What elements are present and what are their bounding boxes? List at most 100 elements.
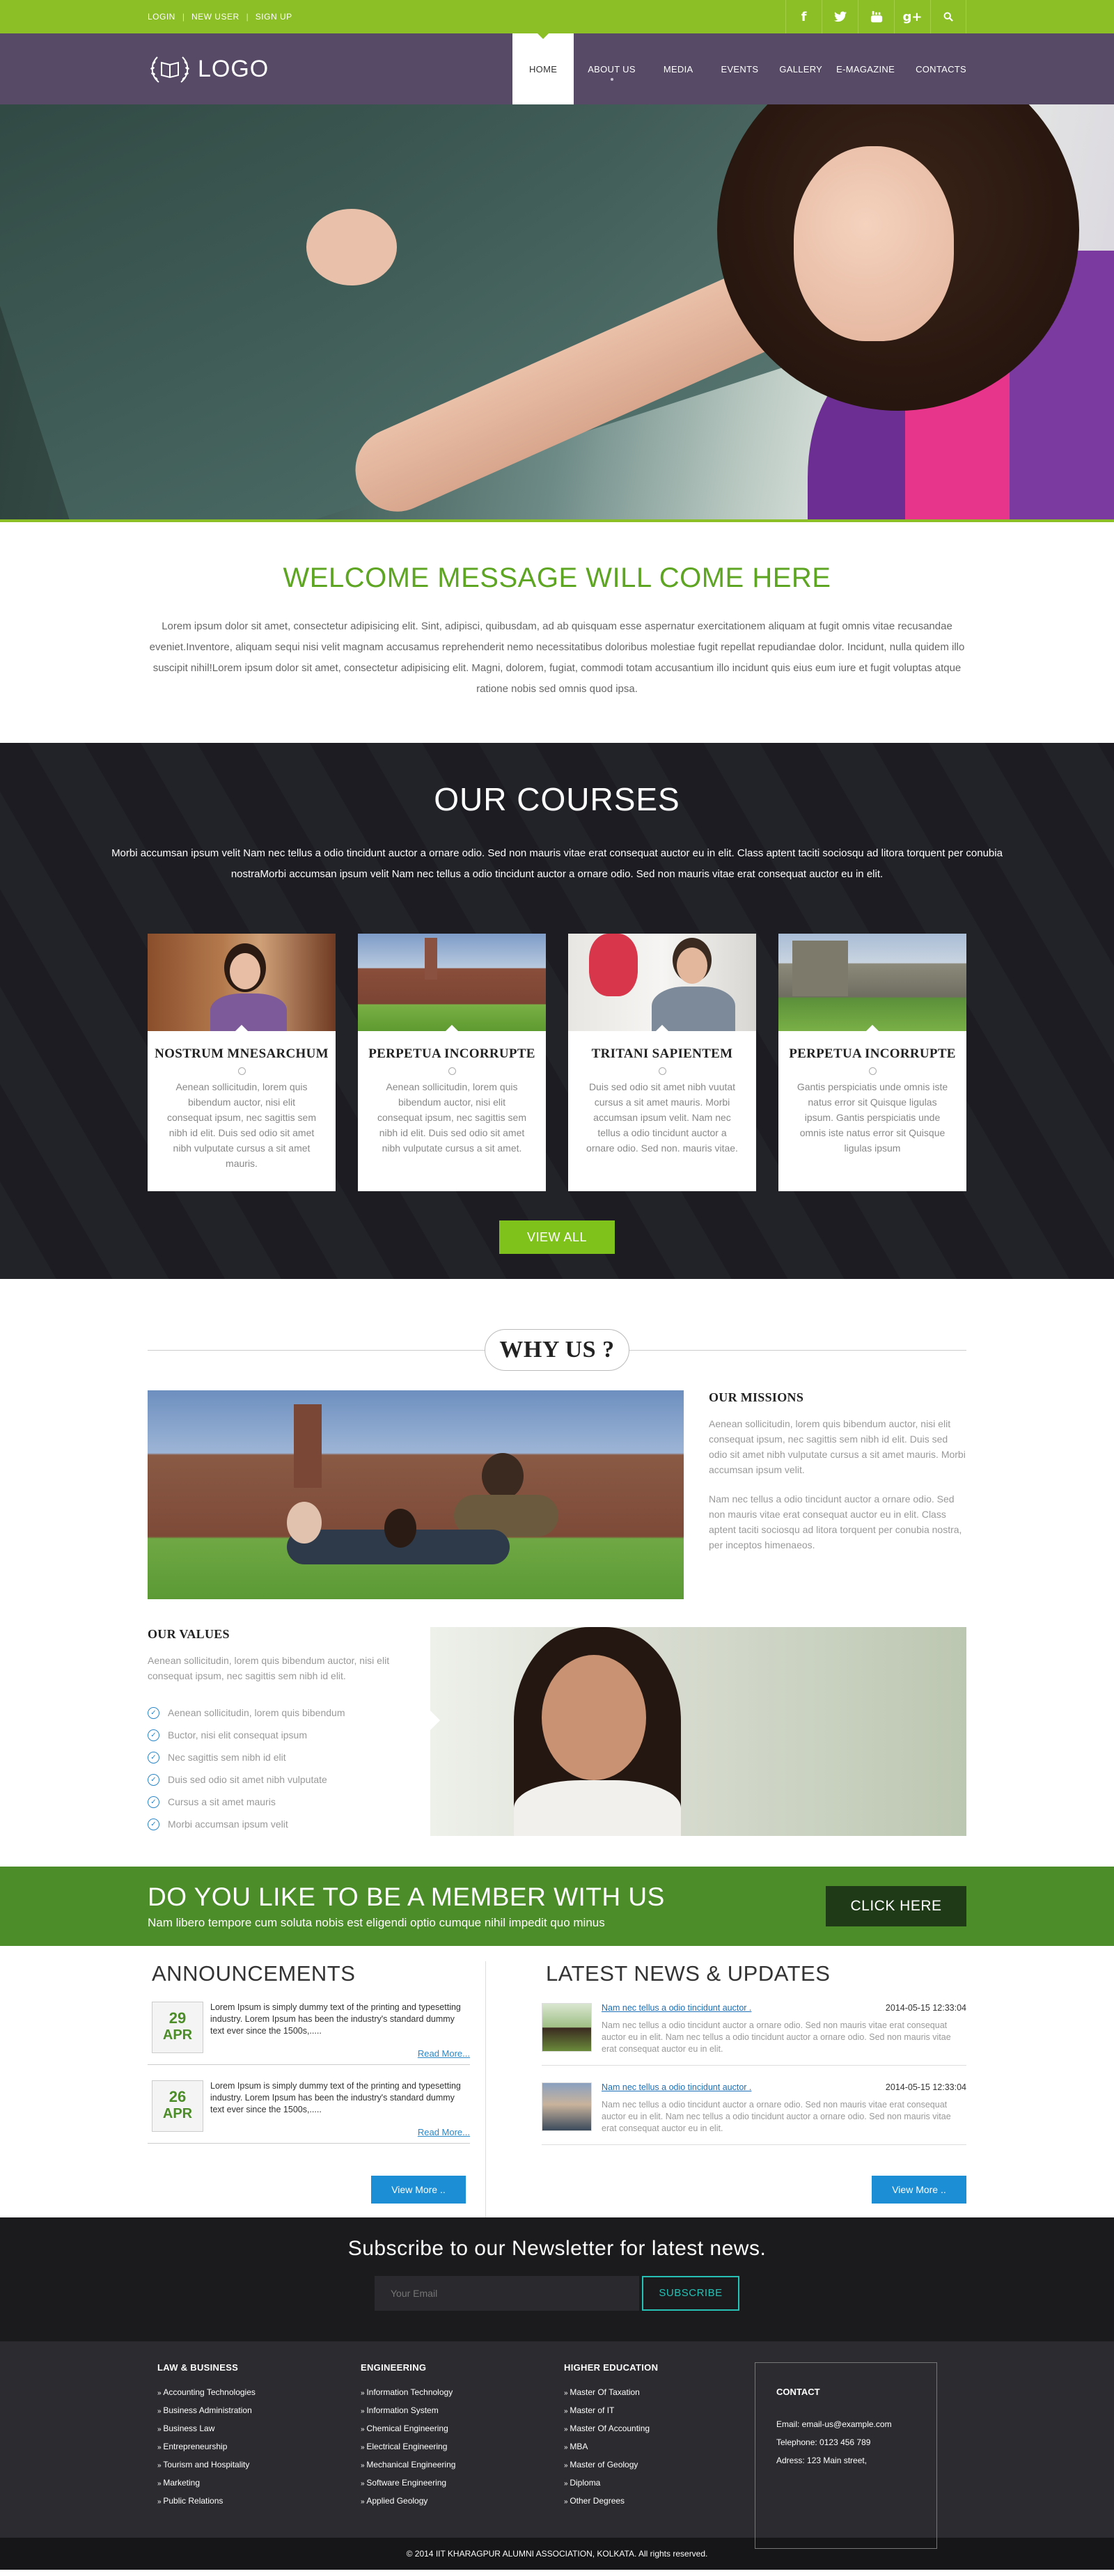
nav-gallery[interactable]: GALLERY	[772, 33, 829, 104]
footer-column-law-business: LAW & BUSINESS Accounting Technologies B…	[148, 2362, 351, 2549]
news-date: 2014-05-15 12:33:04	[885, 2082, 966, 2092]
why-us-title: WHY US ?	[485, 1329, 629, 1371]
announcements-view-more-button[interactable]: View More ..	[371, 2176, 466, 2204]
login-link[interactable]: LOGIN	[148, 12, 175, 22]
course-title: PERPETUA INCORRUPTE	[789, 1046, 956, 1061]
footer-link[interactable]: Master of IT	[564, 2402, 758, 2420]
list-item: ✓ Cursus a sit amet mauris	[148, 1791, 405, 1813]
check-icon: ✓	[148, 1706, 159, 1719]
news-title: LATEST NEWS & UPDATES	[546, 1961, 831, 1986]
course-photo	[148, 934, 336, 1031]
main-menu: HOME ABOUT US MEDIA EVENTS GALLERY E-MAG…	[512, 33, 966, 104]
nav-home[interactable]: HOME	[512, 33, 574, 104]
date-badge: 29 APR	[152, 2002, 203, 2053]
footer: LAW & BUSINESS Accounting Technologies B…	[0, 2341, 1114, 2549]
check-icon: ✓	[148, 1751, 159, 1764]
announcements-title: ANNOUNCEMENTS	[152, 1961, 356, 1986]
nav-media[interactable]: MEDIA	[650, 33, 707, 104]
course-card[interactable]: NOSTRUM MNESARCHUM Aenean sollicitudin, …	[148, 934, 336, 1191]
footer-link[interactable]: Master of Geology	[564, 2456, 758, 2474]
footer-link[interactable]: MBA	[564, 2438, 758, 2456]
facebook-icon[interactable]: f	[785, 0, 822, 33]
social-links: f g+	[785, 0, 966, 33]
announcement-text: Lorem Ipsum is simply dummy text of the …	[210, 2002, 461, 2036]
nav-e-magazine[interactable]: E-MAGAZINE	[829, 33, 902, 104]
main-navbar: LOGO HOME ABOUT US MEDIA EVENTS GALLERY …	[0, 33, 1114, 104]
news-panel: LATEST NEWS & UPDATES Nam nec tellus a o…	[542, 1961, 966, 2217]
email-input[interactable]	[375, 2276, 639, 2311]
footer-column-higher-education: HIGHER EDUCATION Master Of Taxation Mast…	[554, 2362, 758, 2549]
course-card[interactable]: PERPETUA INCORRUPTE Aenean sollicitudin,…	[358, 934, 546, 1191]
footer-link[interactable]: Business Law	[157, 2420, 351, 2438]
nav-contacts[interactable]: CONTACTS	[902, 33, 966, 104]
missions-text-1: Aenean sollicitudin, lorem quis bibendum…	[709, 1418, 966, 1475]
campus-students-image	[148, 1390, 684, 1599]
footer-link[interactable]: Master Of Accounting	[564, 2420, 758, 2438]
youtube-icon[interactable]	[858, 0, 894, 33]
top-bar: LOGIN | NEW USER | SIGN UP f g+	[0, 0, 1114, 33]
course-text: Aenean sollicitudin, lorem quis bibendum…	[167, 1081, 316, 1169]
news-headline-link[interactable]: Nam nec tellus a odio tincidunt auctor .	[602, 2082, 751, 2092]
footer-link[interactable]: Chemical Engineering	[361, 2420, 554, 2438]
welcome-section: WELCOME MESSAGE WILL COME HERE Lorem ips…	[0, 522, 1114, 743]
announcement-item: 29 APR Lorem Ipsum is simply dummy text …	[148, 2002, 470, 2065]
news-thumbnail	[542, 2003, 592, 2052]
footer-link[interactable]: Master Of Taxation	[564, 2384, 758, 2402]
list-item: ✓ Aenean sollicitudin, lorem quis bibendu…	[148, 1702, 405, 1724]
news-date: 2014-05-15 12:33:04	[885, 2003, 966, 2013]
footer-link[interactable]: Business Administration	[157, 2402, 351, 2420]
newsletter-title: Subscribe to our Newsletter for latest n…	[347, 2237, 767, 2260]
news-text: Nam nec tellus a odio tincidunt auctor a…	[602, 2020, 951, 2054]
footer-link[interactable]: Public Relations	[157, 2492, 351, 2511]
news-item: Nam nec tellus a odio tincidunt auctor .…	[542, 2082, 966, 2145]
footer-link[interactable]: Software Engineering	[361, 2474, 554, 2492]
footer-link[interactable]: Diploma	[564, 2474, 758, 2492]
sign-up-link[interactable]: SIGN UP	[256, 12, 292, 22]
course-cards: NOSTRUM MNESARCHUM Aenean sollicitudin, …	[148, 934, 966, 1191]
list-item: ✓ Buctor, nisi elit consequat ipsum	[148, 1724, 405, 1746]
course-photo	[778, 934, 966, 1031]
footer-link[interactable]: Marketing	[157, 2474, 351, 2492]
nav-events[interactable]: EVENTS	[707, 33, 772, 104]
read-more-link[interactable]: Read More...	[210, 2048, 470, 2059]
course-title: PERPETUA INCORRUPTE	[368, 1046, 535, 1061]
hero-banner-image	[0, 104, 1114, 522]
news-thumbnail	[542, 2082, 592, 2131]
footer-link[interactable]: Applied Geology	[361, 2492, 554, 2511]
values-title: OUR VALUES	[148, 1627, 230, 1641]
news-headline-link[interactable]: Nam nec tellus a odio tincidunt auctor .	[602, 2003, 751, 2013]
new-user-link[interactable]: NEW USER	[191, 12, 240, 22]
click-here-button[interactable]: CLICK HERE	[826, 1886, 966, 1926]
footer-link[interactable]: Other Degrees	[564, 2492, 758, 2511]
news-view-more-button[interactable]: View More ..	[872, 2176, 966, 2204]
footer-link[interactable]: Mechanical Engineering	[361, 2456, 554, 2474]
news-item: Nam nec tellus a odio tincidunt auctor .…	[542, 2003, 966, 2066]
subscribe-button[interactable]: SUBSCRIBE	[642, 2276, 739, 2311]
values-text: Aenean sollicitudin, lorem quis bibendum…	[148, 1655, 390, 1681]
course-card[interactable]: TRITANI SAPIENTEM Duis sed odio sit amet…	[568, 934, 756, 1191]
footer-column-engineering: ENGINEERING Information Technology Infor…	[351, 2362, 554, 2549]
footer-link[interactable]: Information Technology	[361, 2384, 554, 2402]
courses-intro: Morbi accumsan ipsum velit Nam nec tellu…	[111, 847, 1003, 880]
missions-title: OUR MISSIONS	[709, 1390, 804, 1404]
announcements-panel: ANNOUNCEMENTS 29 APR Lorem Ipsum is simp…	[148, 1961, 486, 2217]
footer-link[interactable]: Information System	[361, 2402, 554, 2420]
contact-email: Email: email-us@example.com	[776, 2419, 892, 2429]
check-icon: ✓	[148, 1729, 159, 1741]
footer-link[interactable]: Entrepreneurship	[157, 2438, 351, 2456]
site-logo[interactable]: LOGO	[148, 52, 269, 86]
welcome-title: WELCOME MESSAGE WILL COME HERE	[283, 563, 831, 593]
footer-link[interactable]: Accounting Technologies	[157, 2384, 351, 2402]
google-plus-icon[interactable]: g+	[894, 0, 930, 33]
course-card[interactable]: PERPETUA INCORRUPTE Gantis perspiciatis …	[778, 934, 966, 1191]
values-list: ✓ Aenean sollicitudin, lorem quis bibendu…	[148, 1702, 405, 1835]
read-more-link[interactable]: Read More...	[210, 2127, 470, 2137]
separator-dot	[868, 1067, 877, 1075]
footer-link[interactable]: Electrical Engineering	[361, 2438, 554, 2456]
view-all-button[interactable]: VIEW ALL	[499, 1220, 615, 1254]
account-links: LOGIN | NEW USER | SIGN UP	[148, 12, 292, 22]
nav-about-us[interactable]: ABOUT US	[574, 33, 650, 104]
search-icon[interactable]	[930, 0, 966, 33]
footer-link[interactable]: Tourism and Hospitality	[157, 2456, 351, 2474]
twitter-icon[interactable]	[822, 0, 858, 33]
